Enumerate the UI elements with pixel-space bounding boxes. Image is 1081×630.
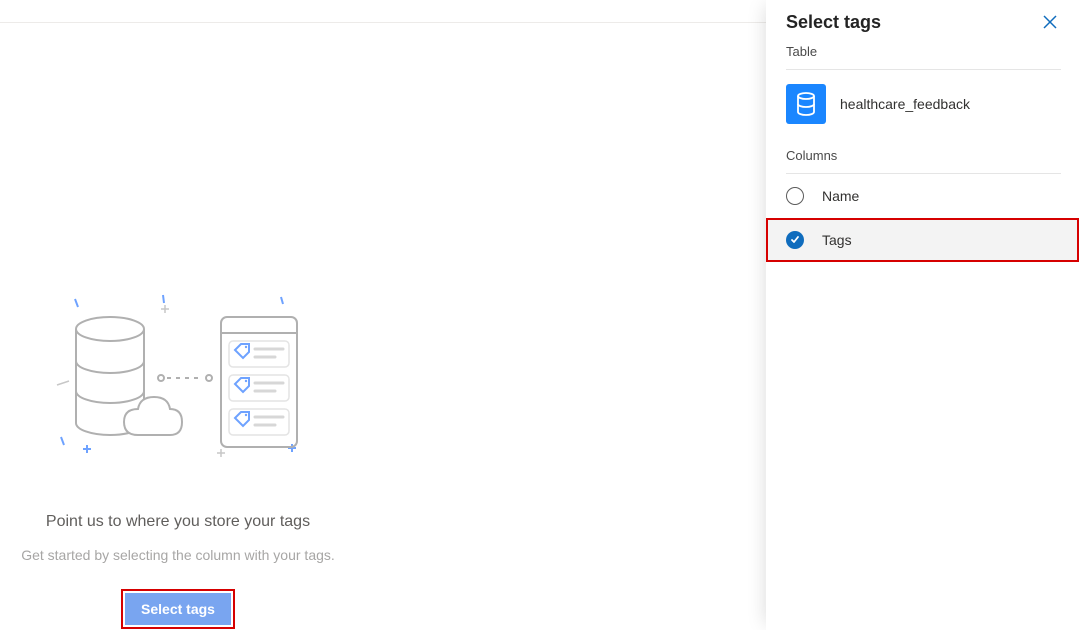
select-tags-panel: Select tags Table healthca bbox=[766, 0, 1081, 630]
table-name: healthcare_feedback bbox=[840, 96, 970, 112]
database-icon bbox=[786, 84, 826, 124]
empty-state: Point us to where you store your tags Ge… bbox=[0, 293, 356, 629]
radio-checked-icon bbox=[786, 231, 804, 249]
table-row: healthcare_feedback bbox=[766, 70, 1081, 138]
table-section-label: Table bbox=[766, 44, 1081, 69]
column-option-tags[interactable]: Tags bbox=[766, 218, 1079, 262]
empty-state-subtitle: Get started by selecting the column with… bbox=[0, 547, 356, 563]
panel-title: Select tags bbox=[786, 12, 881, 33]
app-root: Point us to where you store your tags Ge… bbox=[0, 0, 1081, 630]
radio-unchecked-icon bbox=[786, 187, 804, 205]
column-label: Name bbox=[822, 188, 859, 204]
panel-close-button[interactable] bbox=[1039, 11, 1061, 33]
empty-state-title: Point us to where you store your tags bbox=[0, 513, 356, 531]
hero-illustration bbox=[0, 293, 356, 463]
column-option-name[interactable]: Name bbox=[766, 174, 1081, 218]
columns-section-label: Columns bbox=[766, 138, 1081, 173]
select-tags-button-highlight: Select tags bbox=[121, 589, 235, 629]
panel-header: Select tags bbox=[766, 0, 1081, 44]
select-tags-button[interactable]: Select tags bbox=[125, 593, 231, 625]
illustration-icon bbox=[53, 293, 303, 463]
close-icon bbox=[1043, 15, 1057, 29]
main-area: Point us to where you store your tags Ge… bbox=[0, 22, 766, 630]
column-label: Tags bbox=[822, 232, 852, 248]
